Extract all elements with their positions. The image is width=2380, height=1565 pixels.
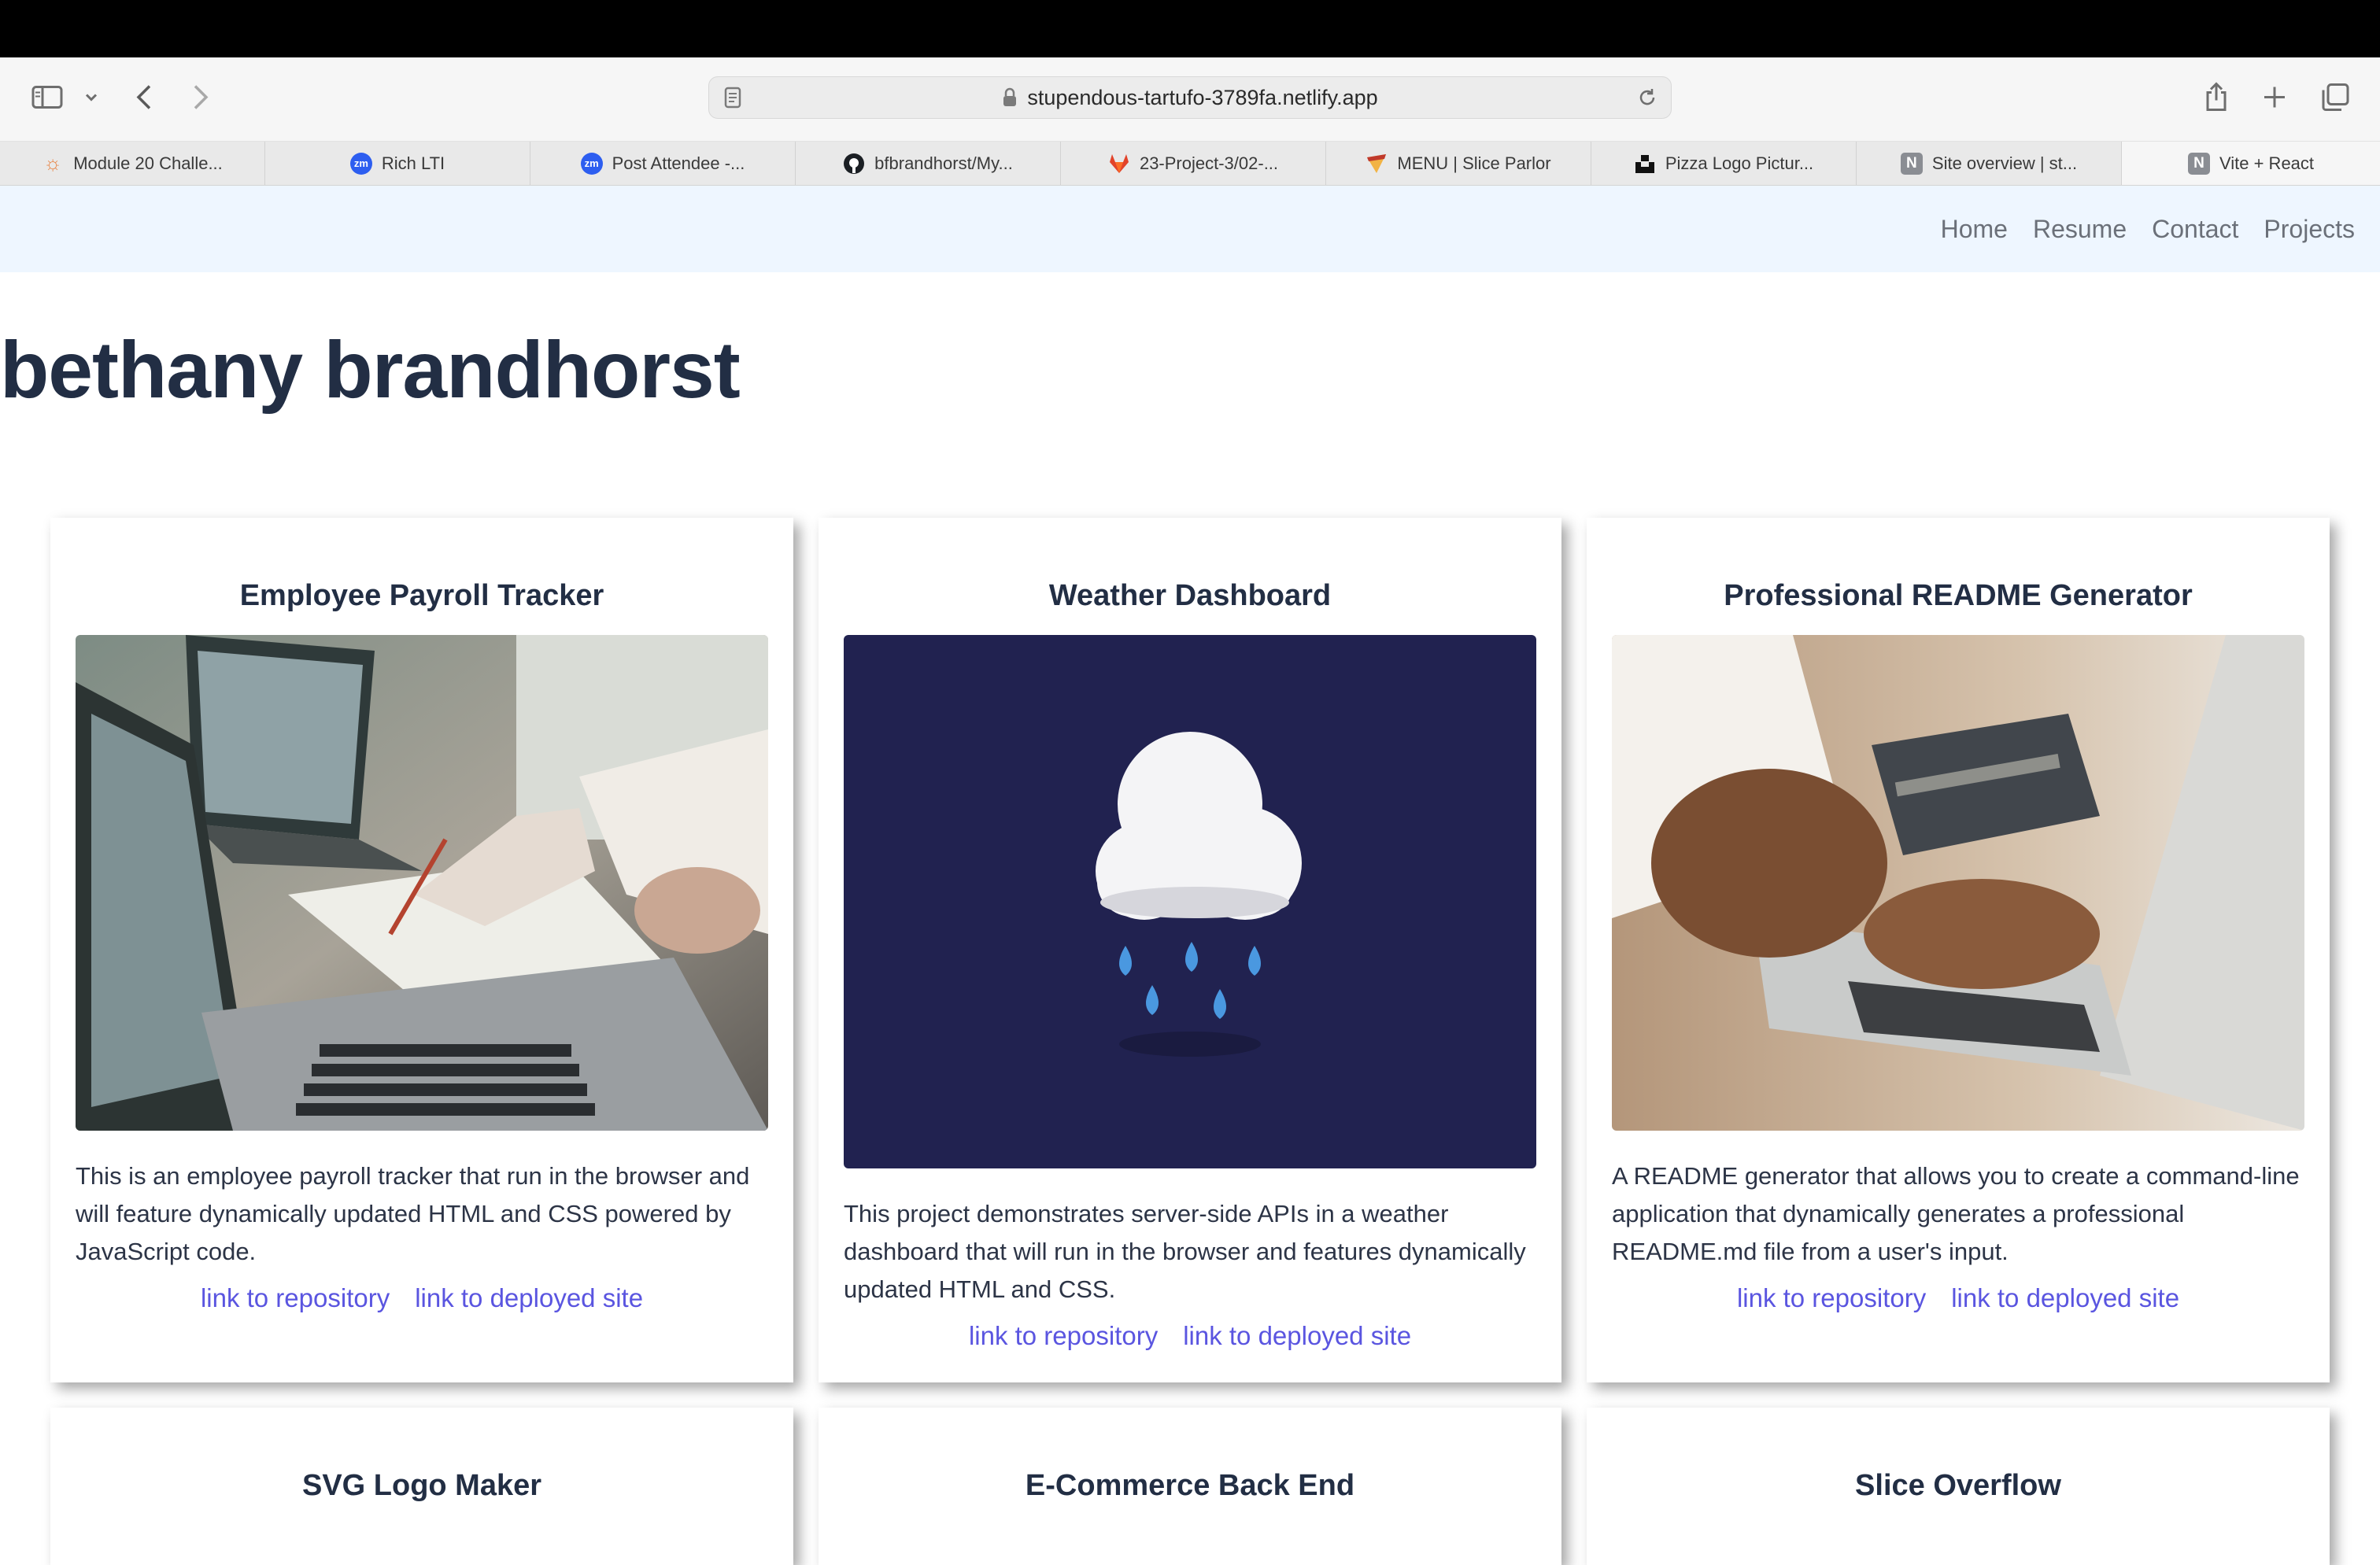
project-card: SVG Logo Maker [50, 1408, 793, 1565]
github-icon [843, 153, 865, 175]
project-title: Slice Overflow [1855, 1469, 2061, 1502]
repository-link[interactable]: link to repository [1737, 1283, 1926, 1313]
project-title: Employee Payroll Tracker [239, 579, 604, 612]
deployed-site-link[interactable]: link to deployed site [1183, 1321, 1411, 1351]
deployed-site-link[interactable]: link to deployed site [1951, 1283, 2179, 1313]
system-menu-bar [0, 0, 2380, 57]
address-bar[interactable]: stupendous-tartufo-3789fa.netlify.app [708, 76, 1672, 119]
project-description: A README generator that allows you to cr… [1612, 1162, 2300, 1265]
project-card: Professional README Generator A README g… [1587, 518, 2330, 1382]
tab-bar: ☼ Module 20 Challe... zm Rich LTI zm Pos… [0, 142, 2380, 186]
share-icon[interactable] [2204, 82, 2229, 117]
unsplash-icon [1634, 153, 1656, 175]
slice-parlor-icon [1366, 153, 1388, 175]
sidebar-toggle-icon[interactable] [31, 85, 63, 114]
tab-label: Rich LTI [381, 153, 445, 173]
project-card: Slice Overflow [1587, 1408, 2330, 1565]
page-icon [723, 87, 742, 114]
project-description: This project demonstrates server-side AP… [844, 1200, 1526, 1303]
lock-icon [1002, 87, 1018, 108]
tab-post-attendee[interactable]: zm Post Attendee -... [530, 142, 796, 185]
project-title: Weather Dashboard [1048, 579, 1332, 612]
tab-vite-react[interactable]: N Vite + React [2122, 142, 2380, 185]
nav-contact[interactable]: Contact [2152, 215, 2238, 244]
project-image-rain-cloud [844, 635, 1536, 1168]
browser-toolbar: stupendous-tartufo-3789fa.netlify.app [0, 57, 2380, 142]
zoom-icon: zm [349, 152, 372, 175]
project-card: Weather Dashboard This project demonstra… [819, 518, 1561, 1382]
forward-icon[interactable] [190, 83, 211, 116]
project-title: E-Commerce Back End [1025, 1469, 1355, 1502]
tab-overview-icon[interactable] [2320, 83, 2350, 116]
tab-label: Site overview | st... [1931, 153, 2078, 173]
project-links: link to repository link to deployed site [1737, 1283, 2179, 1313]
tab-pizza-logo[interactable]: Pizza Logo Pictur... [1591, 142, 1857, 185]
nav-home[interactable]: Home [1941, 215, 2008, 244]
project-title: SVG Logo Maker [301, 1469, 542, 1502]
tab-label: 23-Project-3/02-... [1139, 153, 1279, 173]
nav-projects[interactable]: Projects [2264, 215, 2355, 244]
tab-site-overview[interactable]: N Site overview | st... [1857, 142, 2122, 185]
tab-label: Post Attendee -... [612, 153, 745, 173]
back-icon[interactable] [134, 83, 154, 116]
netlify-icon: N [2187, 152, 2210, 175]
site-nav: Home Resume Contact Projects [0, 186, 2380, 272]
page-title: bethany brandhorst [0, 325, 741, 415]
projects-grid: Employee Payroll Tracker This is an empl… [50, 518, 2330, 1565]
tab-label: Pizza Logo Pictur... [1665, 153, 1814, 173]
zoom-icon: zm [580, 152, 603, 175]
tab-gitlab[interactable]: 23-Project-3/02-... [1061, 142, 1326, 185]
tab-github[interactable]: bfbrandhorst/My... [796, 142, 1061, 185]
project-image-card-payment [1612, 635, 2304, 1131]
sun-icon: ☼ [43, 151, 63, 175]
tab-rich-lti[interactable]: zm Rich LTI [265, 142, 530, 185]
netlify-icon: N [1900, 152, 1923, 175]
tab-slice-parlor[interactable]: MENU | Slice Parlor [1326, 142, 1591, 185]
nav-resume[interactable]: Resume [2033, 215, 2127, 244]
tab-label: MENU | Slice Parlor [1397, 153, 1551, 173]
deployed-site-link[interactable]: link to deployed site [415, 1283, 643, 1313]
tab-label: Module 20 Challe... [73, 153, 223, 173]
chevron-down-icon[interactable] [83, 92, 99, 107]
new-tab-icon[interactable] [2262, 85, 2287, 114]
project-description: This is an employee payroll tracker that… [76, 1162, 750, 1265]
project-card: E-Commerce Back End [819, 1408, 1561, 1565]
tab-label: bfbrandhorst/My... [874, 153, 1013, 173]
project-title: Professional README Generator [1724, 579, 2193, 612]
project-image-laptops [76, 635, 768, 1131]
repository-link[interactable]: link to repository [969, 1321, 1158, 1351]
project-card: Employee Payroll Tracker This is an empl… [50, 518, 793, 1382]
reload-icon[interactable] [1636, 87, 1658, 114]
gitlab-icon [1108, 153, 1130, 175]
project-links: link to repository link to deployed site [969, 1321, 1411, 1351]
repository-link[interactable]: link to repository [201, 1283, 390, 1313]
project-links: link to repository link to deployed site [201, 1283, 643, 1313]
url-text: stupendous-tartufo-3789fa.netlify.app [1027, 85, 1378, 109]
tab-module-20[interactable]: ☼ Module 20 Challe... [0, 142, 265, 185]
tab-label: Vite + React [2219, 153, 2315, 173]
